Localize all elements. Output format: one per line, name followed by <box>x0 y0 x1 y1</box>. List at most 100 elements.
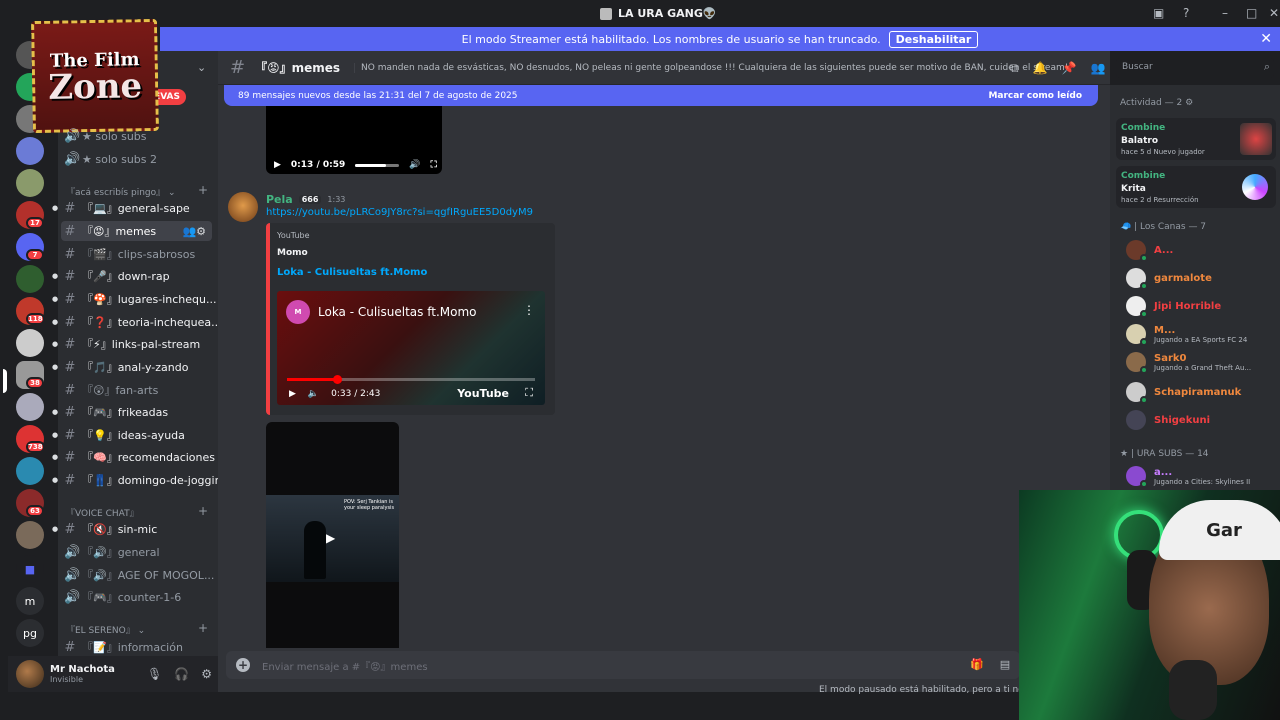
folder-icon[interactable]: ■ <box>16 555 44 583</box>
text-channel-selected[interactable]: # 『😡』memes 👥⚙ <box>61 221 212 241</box>
close-notice-icon[interactable]: ✕ <box>1260 31 1272 47</box>
member-item[interactable]: Sark0 Jugando a Grand Theft Au... <box>1126 352 1251 374</box>
help-icon[interactable]: ? <box>1183 6 1189 20</box>
search-input[interactable]: Buscar ⌕ <box>1116 58 1274 78</box>
hash-icon: # <box>64 359 76 375</box>
voice-channel[interactable]: 🔊 ★ solo subs <box>64 126 147 146</box>
server-icon[interactable] <box>16 393 44 421</box>
channel-avatar-icon[interactable]: M <box>286 300 310 324</box>
member-item[interactable]: Jipi Horrible <box>1126 296 1221 318</box>
member-item[interactable]: a... Jugando a Cities: Skylines II <box>1126 466 1250 488</box>
member-item[interactable]: Schapiramanuk <box>1126 382 1241 404</box>
add-channel-icon[interactable]: + <box>198 183 208 197</box>
voice-channel[interactable]: 🔊 『🔊』general <box>64 542 160 562</box>
gear-icon[interactable]: ⚙ <box>201 667 212 681</box>
mic-icon[interactable]: 🎙 <box>147 667 162 681</box>
maximize-icon[interactable]: □ <box>1246 6 1257 20</box>
video-attachment[interactable]: POV: Serj Tankian is your sleep paralysi… <box>266 422 399 648</box>
activity-thumbnail <box>1242 174 1268 200</box>
text-channel[interactable]: ● # 『🧠』recomendaciones <box>52 447 215 467</box>
voice-channel[interactable]: 🔊 『🎮』counter-1-6 <box>64 587 181 607</box>
server-icon[interactable] <box>16 521 44 549</box>
text-channel[interactable]: ● # 『🎤』down-rap <box>52 266 170 286</box>
fullscreen-icon[interactable]: ⛶ <box>430 160 436 170</box>
embed-author[interactable]: Momo <box>277 248 308 258</box>
text-channel[interactable]: ● # 『🍄』lugares-inchequ... <box>52 289 216 309</box>
play-icon[interactable]: ▶ <box>289 389 296 399</box>
server-icon[interactable] <box>16 265 44 293</box>
member-item[interactable]: garmalote <box>1126 268 1212 290</box>
add-channel-icon[interactable]: + <box>198 504 208 518</box>
minimize-icon[interactable]: – <box>1222 6 1228 20</box>
fullscreen-icon[interactable]: ⛶ <box>525 386 533 400</box>
chevron-down-icon[interactable]: ⌄ <box>197 61 206 74</box>
text-channel[interactable]: # 『😲』fan-arts <box>64 380 159 400</box>
new-messages-bar[interactable]: 89 mensajes nuevos desde las 21:31 del 7… <box>224 85 1098 106</box>
bell-icon[interactable]: 🔔 <box>1033 61 1048 76</box>
youtube-logo[interactable]: YouTube <box>457 387 509 400</box>
server-icon[interactable] <box>16 457 44 485</box>
text-channel[interactable]: ● # 『❓』teoria-inchequea... <box>52 312 222 332</box>
category-header[interactable]: 『acá escribís pingo』 ⌄ + <box>66 183 208 198</box>
youtube-player[interactable]: M Loka - Culisueltas ft.Momo ⋮ ▶ 🔈 0:33 / … <box>277 291 545 405</box>
more-icon[interactable]: ⋮ <box>523 303 535 317</box>
voice-channel[interactable]: 🔊 『🔊』AGE OF MOGOL... <box>64 565 214 585</box>
streamer-notice-text: El modo Streamer está habilitado. Los no… <box>461 32 881 46</box>
volume-icon[interactable]: 🔊 <box>409 160 420 170</box>
message-author[interactable]: Pela <box>266 193 293 206</box>
message-composer[interactable]: + Enviar mensaje a #『😡』memes <box>226 651 1020 679</box>
add-attachment-icon[interactable]: + <box>236 658 250 672</box>
message-link[interactable]: https://youtu.be/pLRCo9JY8rc?si=qgfIRguE… <box>266 207 533 218</box>
avatar[interactable] <box>16 660 44 688</box>
server-icon[interactable] <box>16 169 44 197</box>
server-icon[interactable] <box>16 137 44 165</box>
text-channel[interactable]: ● # 『🎵』anal-y-zando <box>52 357 188 377</box>
member-item[interactable]: A... <box>1126 240 1173 262</box>
server-icon[interactable] <box>16 329 44 357</box>
progress-bar[interactable] <box>287 375 535 384</box>
text-channel[interactable]: # 『📝』información <box>64 637 183 657</box>
text-channel[interactable]: ● # 『🔇』sin-mic <box>52 519 157 539</box>
mark-read-button[interactable]: Marcar como leído <box>988 91 1082 101</box>
streamer-notice: El modo Streamer está habilitado. Los no… <box>160 27 1280 51</box>
category-header[interactable]: 『EL SERENO』 ⌄ + <box>66 621 208 636</box>
category-header[interactable]: 『VOICE CHAT』 + <box>66 504 208 519</box>
video-attachment[interactable]: ▶ 0:13 / 0:59 🔊 ⛶ <box>266 106 442 174</box>
play-icon[interactable]: ▶ <box>274 160 281 170</box>
member-item[interactable]: M... Jugando a EA Sports FC 24 <box>1126 324 1247 346</box>
text-channel[interactable]: # 『🎬』clips-sabrosos <box>64 244 196 264</box>
channel-label: 『🎤』down-rap <box>82 270 170 283</box>
text-channel[interactable]: ● # 『💡』ideas-ayuda <box>52 425 185 445</box>
settings-icon[interactable]: 👥⚙ <box>182 225 206 238</box>
text-channel[interactable]: ● # 『👖』domingo-de-joggin <box>52 470 222 490</box>
server-letter-icon[interactable]: m <box>16 587 44 615</box>
add-channel-icon[interactable]: + <box>198 621 208 635</box>
hash-icon: # <box>64 521 76 537</box>
headphones-icon[interactable]: 🎧 <box>174 667 189 681</box>
mention-badge: 17 <box>26 217 44 229</box>
member-item[interactable]: Shigekuni <box>1126 410 1210 430</box>
server-letter-icon[interactable]: pg <box>16 619 44 647</box>
channel-topic[interactable]: NO manden nada de esvásticas, NO desnudo… <box>354 62 1068 73</box>
text-channel[interactable]: ● # 『⚡』links-pal-stream <box>52 334 200 354</box>
text-channel[interactable]: ● # 『🎮』frikeadas <box>52 402 168 422</box>
channel-label: 『💡』ideas-ayuda <box>82 429 185 442</box>
video-title[interactable]: Loka - Culisueltas ft.Momo <box>318 305 476 319</box>
text-channel[interactable]: ● # 『💻』general-sape <box>52 198 190 218</box>
threads-icon[interactable]: ⧉ <box>1010 61 1019 76</box>
gift-icon[interactable]: 🎁 <box>970 658 984 671</box>
pin-icon[interactable]: 📌 <box>1062 61 1077 76</box>
volume-icon[interactable]: 🔈 <box>308 389 319 399</box>
activity-card[interactable]: Combine Balatro hace 5 d Nuevo jugador <box>1116 118 1276 160</box>
gif-icon[interactable]: ▤ <box>1000 658 1010 671</box>
activity-card[interactable]: Combine Krita hace 2 d Resurrección <box>1116 166 1276 208</box>
inbox-icon[interactable]: ▣ <box>1153 6 1164 20</box>
avatar[interactable] <box>228 192 258 222</box>
close-window-icon[interactable]: ✕ <box>1269 6 1279 20</box>
volume-slider[interactable] <box>355 163 400 167</box>
members-icon[interactable]: 👥 <box>1090 61 1105 76</box>
voice-channel[interactable]: 🔊 ★ solo subs 2 <box>64 149 157 169</box>
embed-title[interactable]: Loka - Culisueltas ft.Momo <box>277 267 427 278</box>
play-icon[interactable]: ▶ <box>326 531 335 545</box>
disable-streamer-button[interactable]: Deshabilitar <box>888 30 979 48</box>
